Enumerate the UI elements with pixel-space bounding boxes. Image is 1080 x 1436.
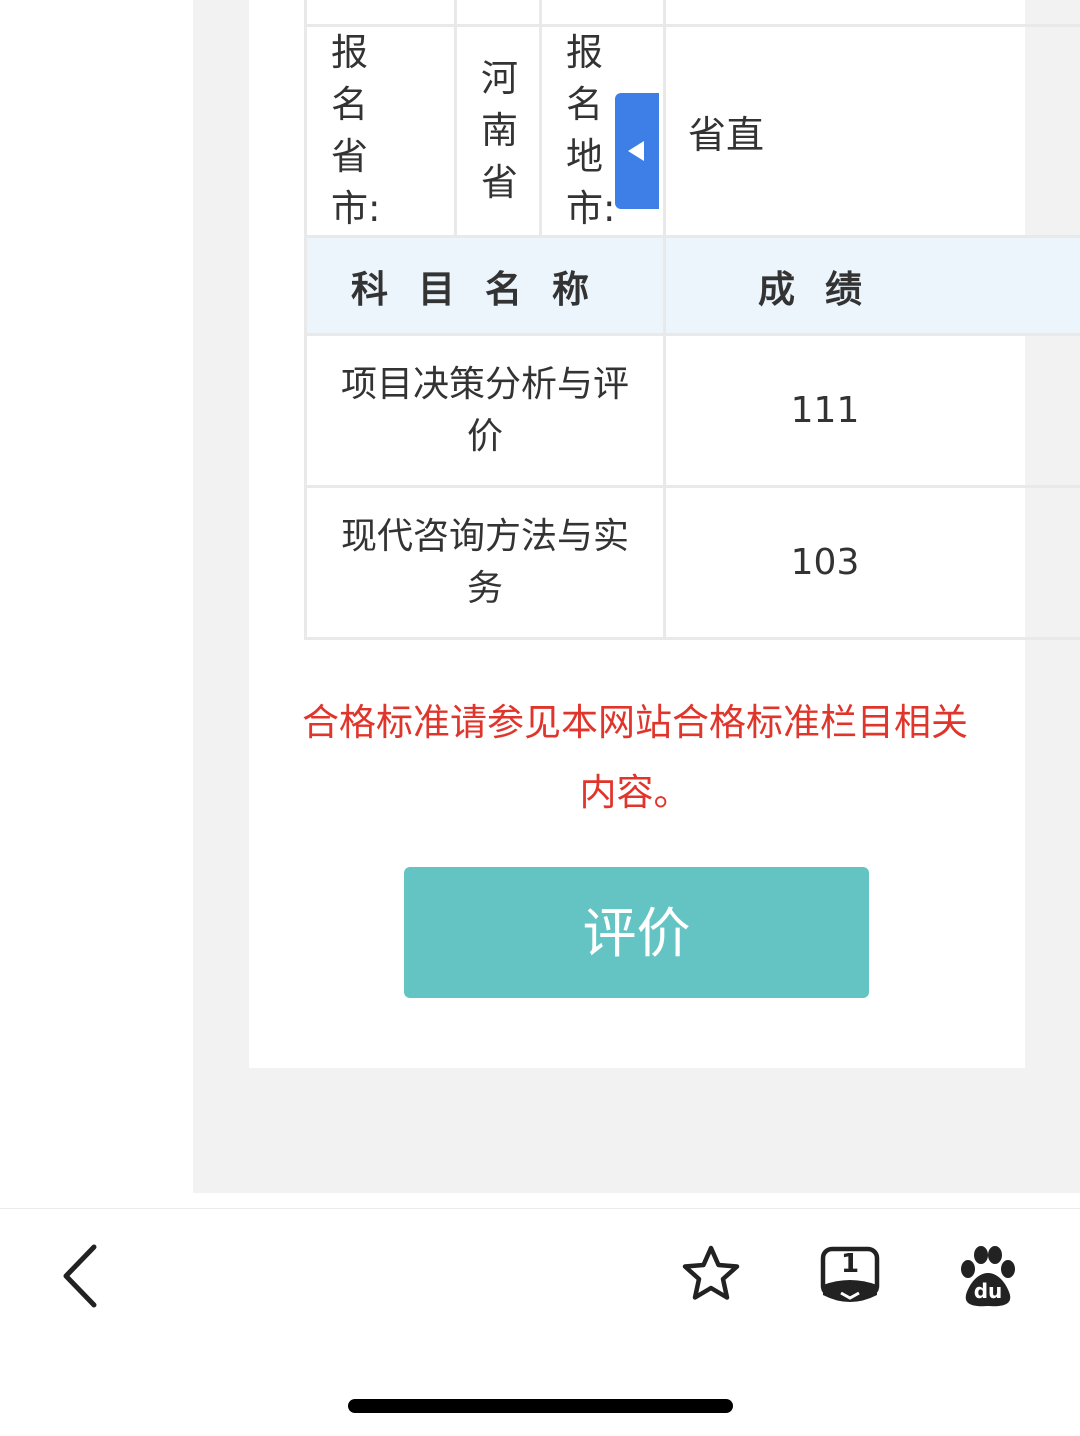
region-label: 报名省市: xyxy=(331,27,370,235)
city-value-cell: 省直 xyxy=(665,26,1080,237)
table-row-region: 报名省市: 河南省 报名地市: 省直 xyxy=(306,26,1080,237)
region-label-cell: 报名省市: xyxy=(306,26,456,237)
province-value: 河南省 xyxy=(481,53,520,209)
table-row-top-partial xyxy=(306,0,1080,26)
tabs-icon[interactable]: 1 xyxy=(819,1245,881,1307)
home-indicator xyxy=(348,1399,733,1413)
table-row: 项目决策分析与评价 111 xyxy=(306,335,1080,487)
score-table: 报名省市: 河南省 报名地市: 省直 科目名称 成绩 项目决策分析与评价 111… xyxy=(304,0,1080,640)
city-value: 省直 xyxy=(688,113,764,157)
baidu-paw-icon[interactable]: du xyxy=(958,1243,1018,1309)
star-icon[interactable] xyxy=(680,1243,742,1305)
province-cell: 河南省 xyxy=(456,26,541,237)
score-value: 111 xyxy=(665,335,1080,487)
rate-button[interactable]: 评价 xyxy=(404,867,869,998)
tab-count: 1 xyxy=(819,1249,881,1279)
subject-name: 项目决策分析与评价 xyxy=(306,335,665,487)
back-chevron-icon[interactable] xyxy=(58,1243,102,1309)
table-row: 现代咨询方法与实务 103 xyxy=(306,487,1080,639)
table-header-row: 科目名称 成绩 xyxy=(306,237,1080,335)
baidu-du-label: du xyxy=(958,1279,1018,1303)
score-header: 成绩 xyxy=(665,237,1080,335)
side-panel-toggle[interactable] xyxy=(615,93,659,209)
score-value: 103 xyxy=(665,487,1080,639)
collapse-arrow-icon xyxy=(628,141,644,161)
city-label: 报名地市: xyxy=(566,27,605,235)
pass-standard-notice: 合格标准请参见本网站合格标准栏目相关内容。 xyxy=(300,688,970,828)
subject-header: 科目名称 xyxy=(306,237,665,335)
subject-name: 现代咨询方法与实务 xyxy=(306,487,665,639)
